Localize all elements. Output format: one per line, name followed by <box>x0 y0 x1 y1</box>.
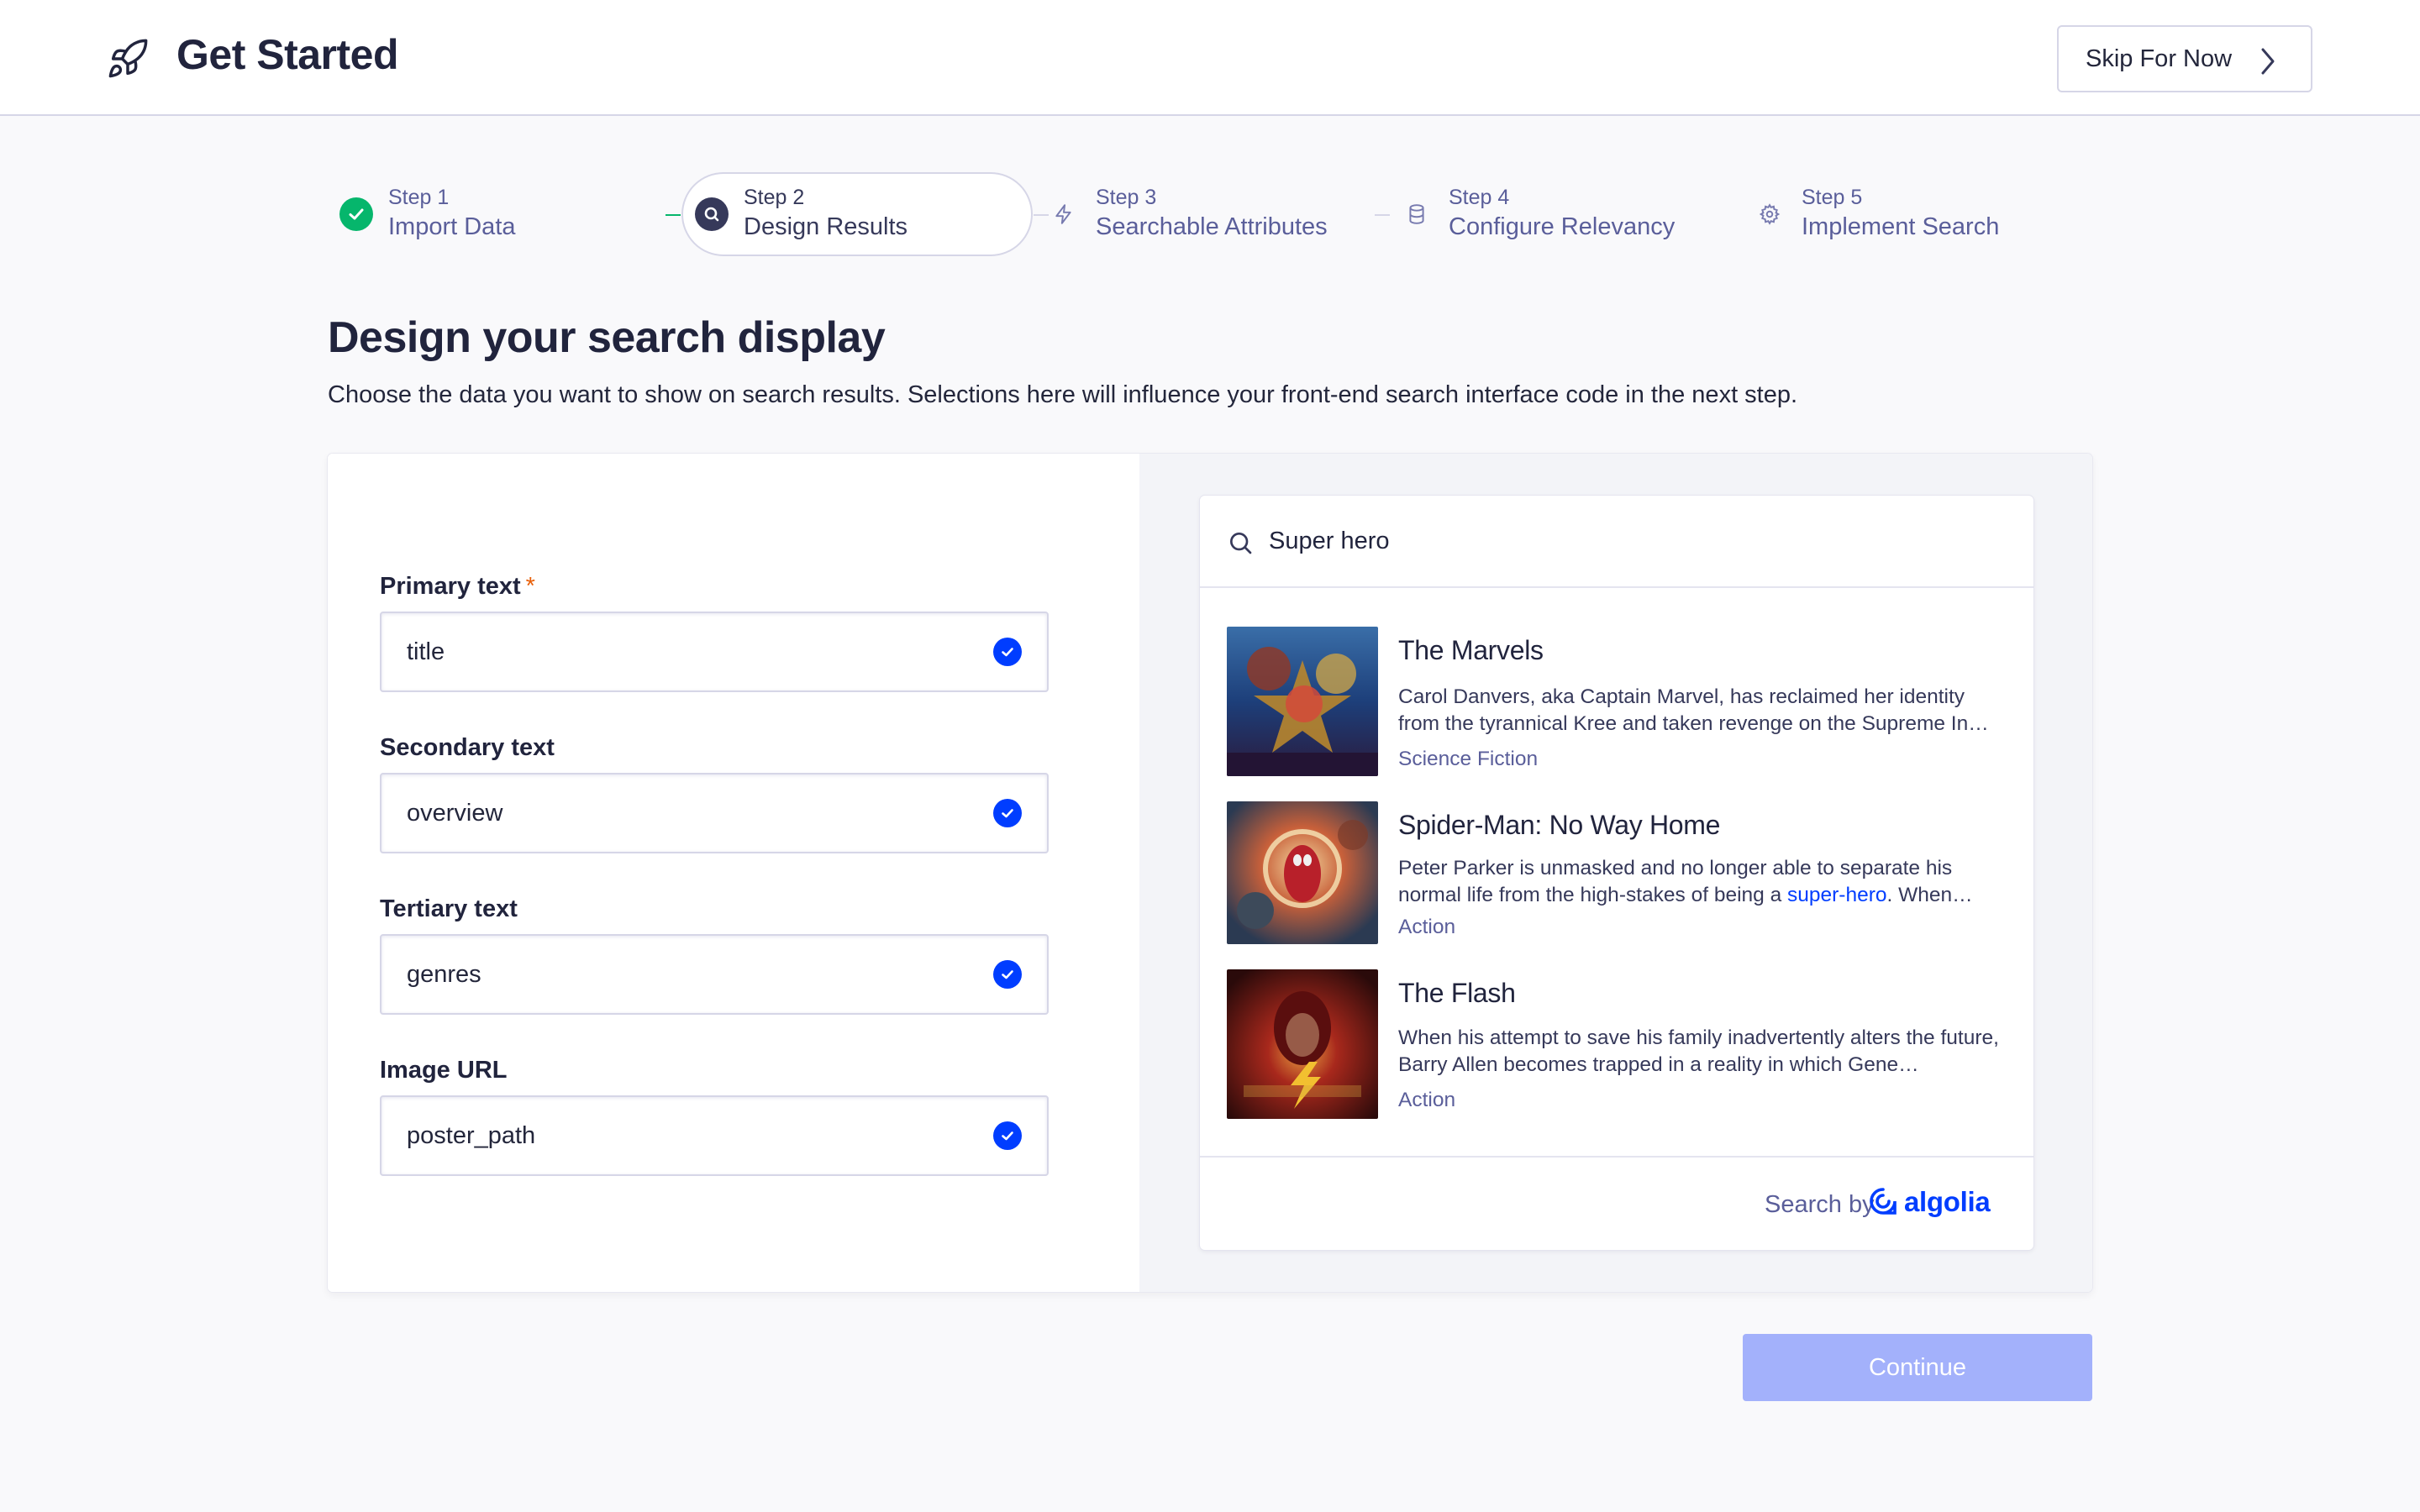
algolia-logo[interactable]: algolia <box>1869 1186 1991 1218</box>
step-number: Step 5 <box>1802 186 1863 209</box>
section-heading: Design your search display <box>328 313 886 362</box>
poster-image <box>1227 627 1378 776</box>
poster-image <box>1227 801 1378 944</box>
step-import-data[interactable]: Step 1 Import Data <box>339 172 516 256</box>
preview-hit[interactable]: Spider-Man: No Way Home Peter Parker is … <box>1227 801 2008 944</box>
field-mapping-panel: Primary text * title Secondary text overv… <box>328 454 1139 1292</box>
check-circle-icon <box>993 960 1022 989</box>
top-header: Get Started Skip For Now <box>0 0 2420 116</box>
step-number: Step 3 <box>1096 186 1157 209</box>
section-description: Choose the data you want to show on sear… <box>328 381 1798 408</box>
image-url-select[interactable]: poster_path <box>380 1095 1049 1176</box>
search-icon <box>1230 533 1252 554</box>
image-url-value: poster_path <box>407 1121 536 1149</box>
skip-button-label: Skip For Now <box>2086 45 2233 72</box>
check-circle-icon <box>993 638 1022 666</box>
hit-genre: Science Fiction <box>1398 748 1539 770</box>
hit-genre: Action <box>1398 1089 1456 1111</box>
check-circle-icon <box>993 799 1022 827</box>
page-title: Get Started <box>176 31 399 78</box>
algolia-wordmark: algolia <box>1904 1186 1991 1217</box>
step-searchable-attributes[interactable]: Step 3 Searchable Attributes <box>1047 172 1328 256</box>
search-highlight: super-hero <box>1787 884 1887 906</box>
secondary-text-value: overview <box>407 799 503 827</box>
tertiary-text-select[interactable]: genres <box>380 934 1049 1015</box>
secondary-text-select[interactable]: overview <box>380 773 1049 853</box>
database-icon <box>1400 197 1434 231</box>
hit-description: When his attempt to save his family inad… <box>1398 1026 1999 1076</box>
step-number: Step 4 <box>1449 186 1510 209</box>
continue-button[interactable]: Continue <box>1743 1334 2092 1401</box>
hit-genre: Action <box>1398 916 1456 938</box>
gear-icon <box>1753 197 1786 231</box>
preview-hit[interactable]: The Flash When his attempt to save his f… <box>1227 969 2008 1119</box>
primary-text-label: Primary text * <box>380 573 535 600</box>
tertiary-text-label: Tertiary text <box>380 895 518 922</box>
step-number: Step 1 <box>388 186 450 209</box>
step-design-results[interactable]: Step 2 Design Results <box>681 172 1033 256</box>
step-configure-relevancy[interactable]: Step 4 Configure Relevancy <box>1400 172 1675 256</box>
search-preview: Super hero The Marvels Carol Danvers, ak… <box>1200 496 2033 1250</box>
step-name: Import Data <box>388 213 516 240</box>
preview-area: Super hero The Marvels Carol Danvers, ak… <box>1139 454 2092 1292</box>
required-asterisk: * <box>525 573 535 600</box>
step-connector <box>666 214 681 216</box>
step-number: Step 2 <box>744 186 805 209</box>
primary-text-value: title <box>407 638 445 665</box>
step-connector <box>1375 214 1390 216</box>
image-url-label: Image URL <box>380 1057 508 1084</box>
skip-for-now-button[interactable]: Skip For Now <box>2057 25 2312 92</box>
step-name: Implement Search <box>1802 213 2000 240</box>
check-icon <box>339 197 373 231</box>
check-circle-icon <box>993 1121 1022 1150</box>
hit-title: Spider-Man: No Way Home <box>1398 810 1721 840</box>
step-name: Design Results <box>744 213 908 240</box>
step-name: Configure Relevancy <box>1449 213 1676 240</box>
preview-query: Super hero <box>1269 528 1390 554</box>
design-card: Primary text * title Secondary text overv… <box>328 454 2092 1292</box>
chevron-right-icon <box>2261 48 2275 75</box>
search-icon <box>695 197 729 231</box>
hit-title: The Flash <box>1398 978 1516 1008</box>
primary-text-select[interactable]: title <box>380 612 1049 692</box>
algolia-mark-icon <box>1870 1188 1897 1215</box>
hit-description: Carol Danvers, aka Captain Marvel, has r… <box>1398 685 1989 735</box>
step-implement-search[interactable]: Step 5 Implement Search <box>1753 172 1999 256</box>
hit-description: Peter Parker is unmasked and no longer a… <box>1398 857 1973 906</box>
preview-search-box[interactable]: Super hero <box>1200 496 2033 588</box>
hit-title: The Marvels <box>1398 635 1544 665</box>
poster-image <box>1227 969 1378 1119</box>
rocket-icon <box>108 39 148 78</box>
search-by-label: Search by <box>1765 1191 1875 1218</box>
step-name: Searchable Attributes <box>1096 213 1328 240</box>
secondary-text-label: Secondary text <box>380 734 555 761</box>
tertiary-text-value: genres <box>407 960 481 988</box>
lightning-icon <box>1047 197 1081 231</box>
preview-footer: Search by algolia <box>1200 1156 2033 1250</box>
preview-hit[interactable]: The Marvels Carol Danvers, aka Captain M… <box>1227 627 2008 776</box>
